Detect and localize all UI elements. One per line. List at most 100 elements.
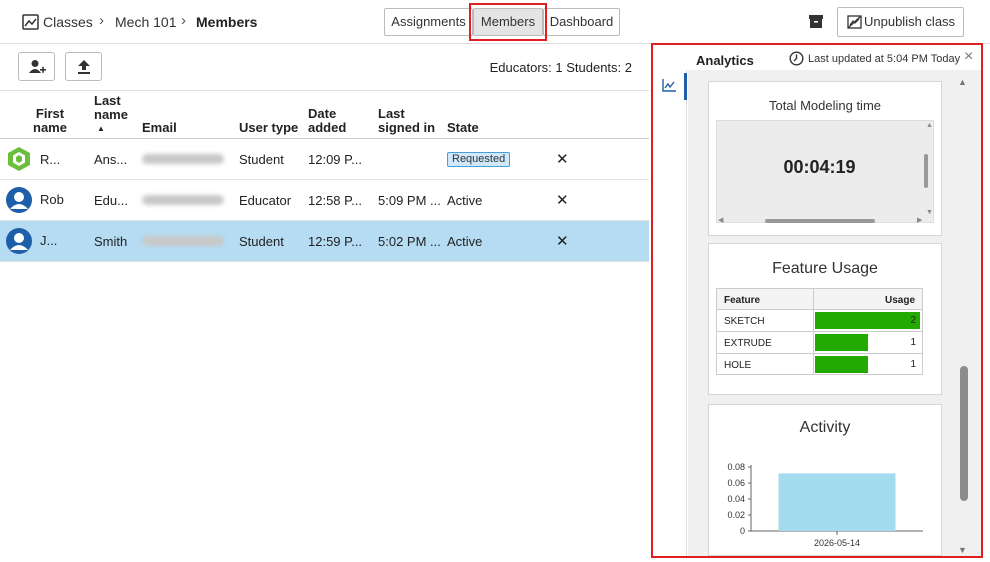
feature-usage-table: Feature Usage SKETCH 2 EXTRUDE 1 HOLE 1 [716,288,923,375]
horizontal-scrollbar-thumb[interactable] [765,219,875,223]
archive-icon[interactable] [808,14,824,29]
unpublish-icon [847,15,862,29]
y-tick-label: 0 [740,526,745,536]
breadcrumb-current: Members [196,14,258,30]
panel-scroll-up-icon[interactable]: ▲ [958,77,967,87]
cell-email-redacted [142,236,224,246]
last-updated: Last updated at 5:04 PM Today [808,53,961,65]
analytics-title: Analytics [696,53,754,68]
clock-icon [789,51,804,66]
feature-col-header: Feature [724,295,761,306]
x-tick-label: 2026-05-14 [814,538,860,548]
sort-ascending-icon: ▲ [97,124,105,133]
modeling-time-card: Total Modeling time 00:04:19 ▲ ▼ ◀ ▶ [708,81,942,236]
breadcrumb-course[interactable]: Mech 101 [115,14,176,30]
classes-icon [22,14,39,30]
cell-last-signed-in: 5:02 PM ... [378,234,441,249]
usage-value: 2 [910,315,916,326]
y-tick-label: 0.02 [727,510,745,520]
scroll-right-icon[interactable]: ▶ [917,216,922,224]
cell-first-name: Rob [40,192,64,207]
cell-user-type: Student [239,234,284,249]
table-header: First name Last name ▲ Email User type D… [0,90,649,139]
cell-state: Active [447,234,483,249]
activity-bar [778,473,896,531]
usage-bar [815,312,920,329]
modeling-time-title: Total Modeling time [769,98,881,113]
panel-scroll-down-icon[interactable]: ▼ [958,545,967,555]
add-user-icon [29,60,46,73]
close-icon[interactable]: × [964,48,973,66]
cell-email-redacted [142,154,224,164]
cell-user-type: Student [239,152,284,167]
cell-user-type: Educator [239,193,292,208]
app-avatar-icon [8,147,30,171]
state-badge: Requested [447,152,511,167]
breadcrumb-separator: › [181,12,186,29]
cell-email-redacted [142,195,224,205]
feature-name: HOLE [724,360,752,371]
header-user-type[interactable]: User type [239,121,298,135]
y-tick-label: 0.06 [727,478,745,488]
cell-first-name: R... [40,152,61,167]
cell-first-name: J... [40,233,58,248]
header-date-added[interactable]: Date added [308,107,348,135]
cell-date-added: 12:09 P... [308,152,362,167]
usage-value: 1 [910,359,916,370]
scroll-up-icon[interactable]: ▲ [926,122,933,129]
cell-last-signed-in: 5:09 PM ... [378,193,441,208]
member-counts: Educators: 1 Students: 2 [489,60,632,75]
header-last-signed-in[interactable]: Last signed in [378,107,438,135]
unpublish-label: Unpublish class [864,14,956,29]
remove-member-icon[interactable]: ✕ [556,150,569,168]
table-row[interactable]: Rob Edu... Educator 12:58 P... 5:09 PM .… [0,180,649,221]
active-tab-indicator [684,73,687,100]
activity-card: Activity 0.08 0.06 0.04 0.02 0 2026-05-14 [708,404,942,556]
header-last-name[interactable]: Last name [94,94,134,122]
top-bar: Classes › Mech 101 › Members Assignments… [0,0,990,44]
header-email[interactable]: Email [142,121,177,135]
analytics-panel: Analytics Last updated at 5:04 PM Today … [651,43,983,558]
remove-member-icon[interactable]: ✕ [556,232,569,250]
unpublish-class-button[interactable]: Unpublish class [837,7,964,37]
cell-last-name: Smith [94,234,128,249]
add-member-button[interactable] [18,52,55,81]
y-tick-label: 0.08 [727,462,745,472]
feature-row: HOLE 1 [717,354,922,376]
usage-col-header: Usage [884,295,915,306]
activity-title: Activity [799,419,851,436]
vertical-scrollbar-thumb[interactable] [924,154,928,188]
import-button[interactable] [65,52,102,81]
remove-member-icon[interactable]: ✕ [556,191,569,209]
tab-assignments[interactable]: Assignments [384,8,473,36]
panel-rail [653,70,687,556]
feature-table-header: Feature Usage [717,289,922,310]
feature-row: EXTRUDE 1 [717,332,922,354]
panel-scrollbar-thumb[interactable] [960,366,968,501]
cell-last-name: Ans... [94,152,128,167]
analytics-chart-icon[interactable] [662,79,676,92]
y-tick-label: 0.04 [727,494,745,504]
breadcrumb-classes[interactable]: Classes [43,14,93,30]
usage-bar [815,356,868,373]
scroll-left-icon[interactable]: ◀ [718,216,723,224]
cell-date-added: 12:59 P... [308,234,362,249]
feature-usage-title: Feature Usage [772,260,878,277]
tab-dashboard[interactable]: Dashboard [543,8,620,36]
breadcrumb-separator: › [99,12,104,29]
header-first-name[interactable]: First name [30,107,70,135]
usage-value: 1 [910,337,916,348]
table-row[interactable]: R... Ans... Student 12:09 P... Requested… [0,139,649,180]
cell-date-added: 12:58 P... [308,193,362,208]
usage-bar [815,334,868,351]
analytics-scroll-area[interactable]: Total Modeling time 00:04:19 ▲ ▼ ◀ ▶ Fea… [688,70,981,556]
cell-last-name: Edu... [94,193,128,208]
feature-usage-card: Feature Usage Feature Usage SKETCH 2 EXTRU… [708,243,942,395]
scroll-down-icon[interactable]: ▼ [926,209,933,216]
user-avatar-icon [6,187,32,213]
header-state[interactable]: State [447,121,479,135]
table-row-selected[interactable]: J... Smith Student 12:59 P... 5:02 PM ..… [0,221,649,262]
activity-chart: 0.08 0.06 0.04 0.02 0 2026-05-14 [727,462,923,548]
cell-state: Active [447,193,483,208]
modeling-time-box: 00:04:19 ▲ ▼ ◀ ▶ [716,120,934,224]
